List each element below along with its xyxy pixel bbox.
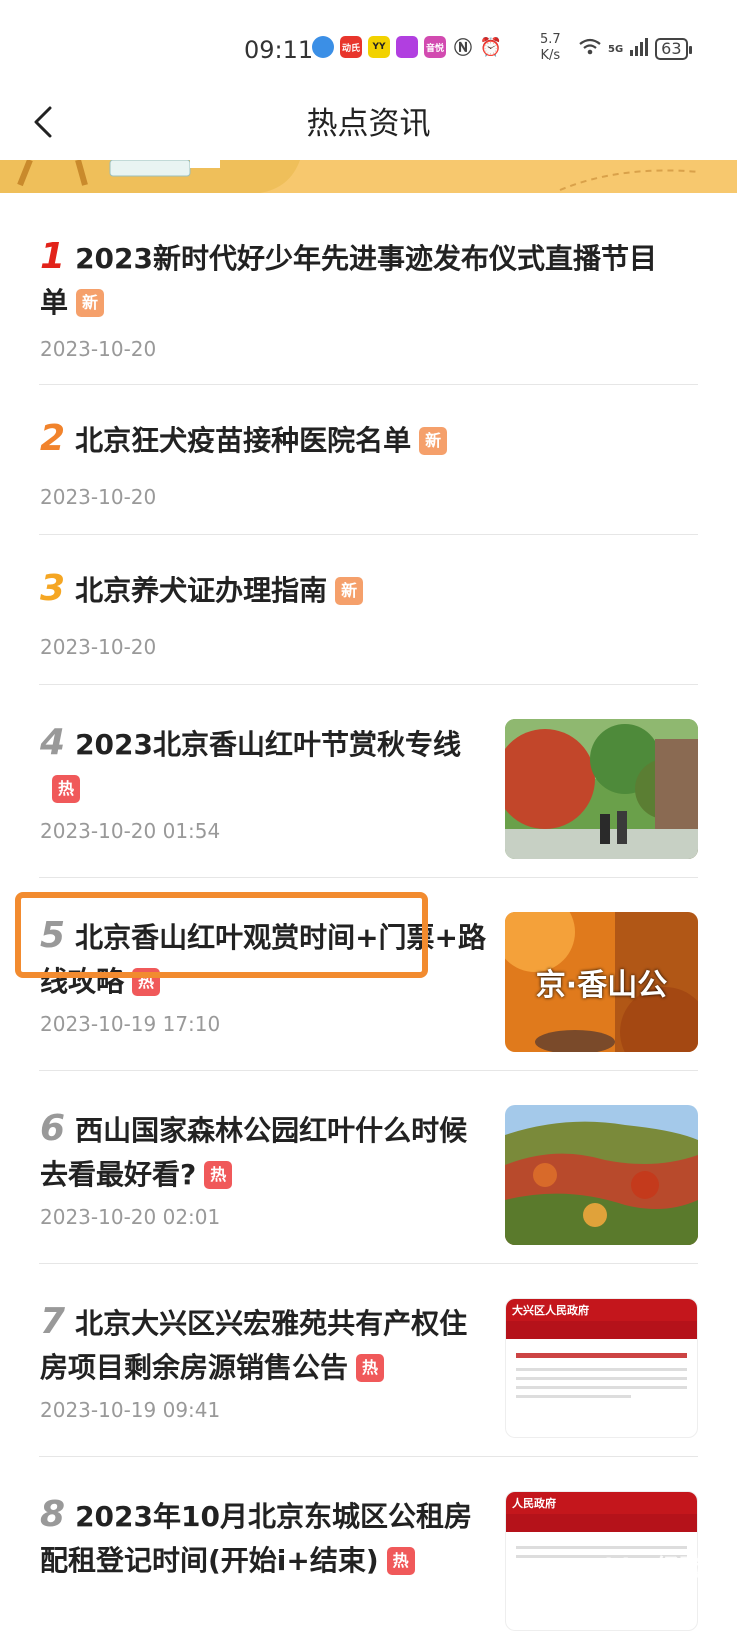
item-thumbnail [505,1105,698,1245]
nav-bar: 热点资讯 [0,92,737,160]
list-item[interactable]: 4 2023北京香山红叶节赏秋专线热 2023-10-20 01:54 [0,685,737,878]
item-thumbnail [505,719,698,859]
item-title: 3 北京养犬证办理指南新 [40,567,660,613]
item-rank: 8 [40,1494,66,1535]
thumbnail-text: 京·香山公 [535,968,668,1003]
app-icon-3: 音悦 [424,36,446,58]
item-title: 2 北京狂犬疫苗接种医院名单新 [40,417,660,463]
highlight-box [15,892,428,978]
thumbnail-text: 大兴区人民政府 [506,1299,697,1321]
item-rank: 4 [40,722,66,763]
item-rank: 7 [40,1301,66,1342]
item-date: 2023-10-19 17:10 [40,1012,221,1036]
page-title: 热点资讯 [306,106,431,142]
item-date: 2023-10-20 [40,337,157,361]
status-time: 09:11 [244,36,314,64]
item-rank: 3 [40,568,66,609]
status-app-icons: 动氏 YY 音悦 Ⓝ ⏰ [312,36,503,59]
list-item[interactable]: 6 西山国家森林公园红叶什么时候去看最好看? 热 2023-10-20 02:01 [0,1071,737,1264]
thumbnail-text: 人民政府 [506,1492,697,1514]
new-badge: 新 [335,577,364,605]
status-right-icons: 5G 63 [578,38,692,60]
list-item[interactable]: 2 北京狂犬疫苗接种医院名单新 2023-10-20 [0,385,737,535]
item-date: 2023-10-20 01:54 [40,819,221,843]
item-date: 2023-10-20 [40,485,157,509]
item-title-text: 2023北京香山红叶节赏秋专线 [75,728,461,761]
item-title: 8 2023年10月北京东城区公租房配租登记时间(开始i+结束) 热 [40,1493,490,1583]
status-bar: 09:11 动氏 YY 音悦 Ⓝ ⏰ 5.7 K/s 5G 63 [0,0,737,92]
alarm-icon: ⏰ [479,36,503,58]
item-title: 7 北京大兴区兴宏雅苑共有产权住房项目剩余房源销售公告热 [40,1300,490,1390]
signal-icon [629,38,649,60]
nfc-icon: Ⓝ [454,38,472,59]
banner-image[interactable] [0,160,737,193]
item-title: 6 西山国家森林公园红叶什么时候去看最好看? 热 [40,1107,490,1197]
battery-icon: 63 [655,38,692,60]
item-title-text: 2023新时代好少年先进事迹发布仪式直播节目单 [40,242,657,319]
item-date: 2023-10-19 09:41 [40,1398,221,1422]
hot-badge: 热 [204,1161,233,1189]
item-rank: 2 [40,418,66,459]
item-title-text: 北京养犬证办理指南 [75,574,328,607]
item-thumbnail: 大兴区人民政府 [505,1298,698,1438]
network-speed: 5.7 K/s [540,32,561,64]
item-rank: 1 [40,236,66,277]
new-badge: 新 [419,427,448,455]
hot-badge: 热 [356,1354,385,1382]
item-title-text: 北京大兴区兴宏雅苑共有产权住房项目剩余房源销售公告 [40,1307,468,1384]
baidu-watermark: Baidu 经验 [570,1554,704,1582]
browser-icon [312,36,334,58]
wifi-icon [578,38,602,60]
network-type: 5G [608,43,624,55]
item-rank: 6 [40,1108,66,1149]
item-title-text: 北京狂犬疫苗接种医院名单 [75,424,412,457]
item-date: 2023-10-20 [40,635,157,659]
list-item[interactable]: 1 2023新时代好少年先进事迹发布仪式直播节目单新 2023-10-20 [0,193,737,385]
new-badge: 新 [76,289,105,317]
item-title: 4 2023北京香山红叶节赏秋专线热 [40,721,490,811]
list-item[interactable]: 7 北京大兴区兴宏雅苑共有产权住房项目剩余房源销售公告热 2023-10-19 0… [0,1264,737,1457]
item-title: 1 2023新时代好少年先进事迹发布仪式直播节目单新 [40,235,660,325]
item-date: 2023-10-20 02:01 [40,1205,221,1229]
hot-badge: 热 [386,1547,415,1575]
item-thumbnail: 京·香山公 [505,912,698,1052]
speed-value: 5.7 [540,32,561,47]
item-title-text: 西山国家森林公园红叶什么时候去看最好看? [40,1114,468,1191]
speed-unit: K/s [540,48,561,63]
app-icon-1: 动氏 [340,36,362,58]
yy-icon: YY [368,36,390,58]
hot-badge: 热 [52,775,80,803]
app-icon-2 [396,36,418,58]
list-item[interactable]: 3 北京养犬证办理指南新 2023-10-20 [0,535,737,685]
